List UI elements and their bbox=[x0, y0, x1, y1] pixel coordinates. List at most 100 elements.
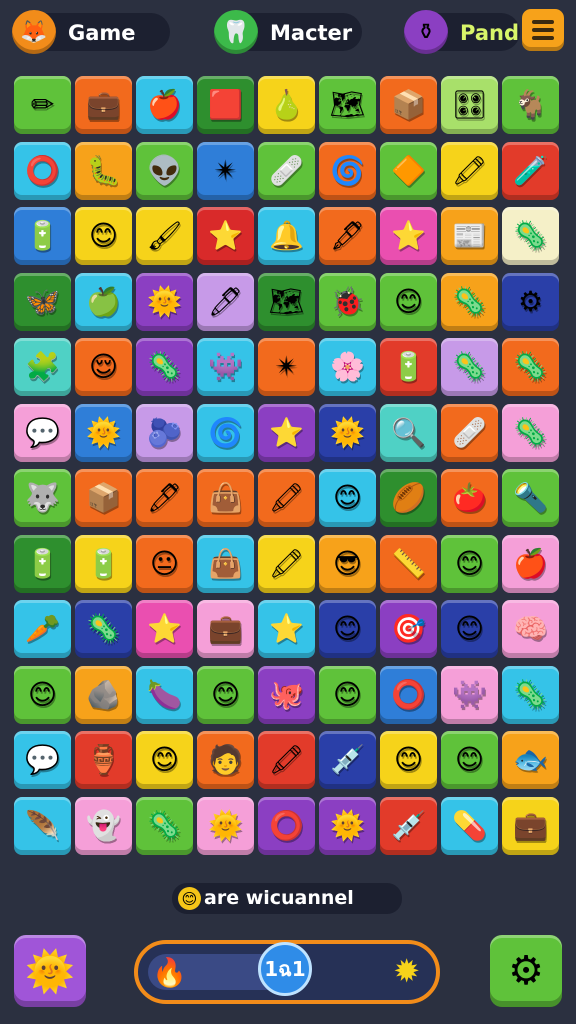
board-tile[interactable]: ⭐ bbox=[380, 207, 437, 265]
board-tile[interactable]: 😊 bbox=[14, 665, 71, 724]
board-tile[interactable]: ⭕ bbox=[14, 141, 71, 200]
board-tile[interactable]: 🏺 bbox=[75, 731, 132, 789]
board-tile[interactable]: 😊 bbox=[441, 600, 498, 658]
board-tile[interactable]: 🟥 bbox=[197, 76, 254, 134]
board-tile[interactable]: 💊 bbox=[441, 796, 498, 855]
board-tile[interactable]: 🖍 bbox=[258, 534, 315, 593]
board-tile[interactable]: 🎛 bbox=[441, 76, 498, 134]
board-tile[interactable]: 🐺 bbox=[14, 469, 71, 527]
board-tile[interactable]: ⚙ bbox=[502, 272, 559, 331]
board-tile[interactable]: 🍎 bbox=[502, 534, 559, 593]
board-tile[interactable]: 🫐 bbox=[136, 403, 193, 462]
board-tile[interactable]: 😊 bbox=[441, 731, 498, 789]
board-tile[interactable]: 👽 bbox=[136, 141, 193, 200]
board-tile[interactable]: 🖊 bbox=[197, 272, 254, 331]
board-tile[interactable]: 🪨 bbox=[75, 665, 132, 724]
board-tile[interactable]: 🌸 bbox=[319, 338, 376, 396]
board-tile[interactable]: 🌞 bbox=[136, 272, 193, 331]
board-tile[interactable]: 👜 bbox=[197, 534, 254, 593]
board-tile[interactable]: 🦠 bbox=[502, 403, 559, 462]
board-tile[interactable]: 🪶 bbox=[14, 796, 71, 855]
board-tile[interactable]: 🍐 bbox=[258, 76, 315, 134]
game-chip[interactable]: 🦊 Game bbox=[12, 10, 170, 54]
board-tile[interactable]: 🦠 bbox=[75, 600, 132, 658]
board-tile[interactable]: ⭕ bbox=[258, 796, 315, 855]
board-tile[interactable]: 🥕 bbox=[14, 600, 71, 658]
board-tile[interactable]: 🦠 bbox=[502, 665, 559, 724]
board-tile[interactable]: ✴ bbox=[197, 141, 254, 200]
board-tile[interactable]: 🦠 bbox=[441, 272, 498, 331]
board-tile[interactable]: ⭐ bbox=[258, 403, 315, 462]
board-tile[interactable]: 😊 bbox=[380, 272, 437, 331]
board-tile[interactable]: 🎯 bbox=[380, 600, 437, 658]
board-tile[interactable]: 👾 bbox=[441, 665, 498, 724]
board-tile[interactable]: ⭕ bbox=[380, 665, 437, 724]
board-tile[interactable]: 🖊 bbox=[136, 469, 193, 527]
board-tile[interactable]: 🌞 bbox=[197, 796, 254, 855]
board-tile[interactable]: 🔋 bbox=[14, 207, 71, 265]
board-tile[interactable]: 🦠 bbox=[136, 796, 193, 855]
macter-chip[interactable]: 🦷 Macter bbox=[214, 10, 362, 54]
board-tile[interactable]: 🍅 bbox=[441, 469, 498, 527]
board-tile[interactable]: 🔋 bbox=[14, 534, 71, 593]
board-tile[interactable]: 👾 bbox=[197, 338, 254, 396]
board-tile[interactable]: 🌞 bbox=[319, 796, 376, 855]
board-tile[interactable]: 🔍 bbox=[380, 403, 437, 462]
board-tile[interactable]: 💬 bbox=[14, 403, 71, 462]
board-tile[interactable]: 📰 bbox=[441, 207, 498, 265]
board-tile[interactable]: 💼 bbox=[75, 76, 132, 134]
board-tile[interactable]: 🌞 bbox=[75, 403, 132, 462]
board-tile[interactable]: 🧪 bbox=[502, 141, 559, 200]
board-tile[interactable]: 😎 bbox=[319, 534, 376, 593]
board-tile[interactable]: 🐛 bbox=[75, 141, 132, 200]
board-tile[interactable]: 🌀 bbox=[197, 403, 254, 462]
board-tile[interactable]: 🍎 bbox=[136, 76, 193, 134]
board-tile[interactable]: 🦠 bbox=[502, 338, 559, 396]
board-tile[interactable]: 🌀 bbox=[319, 141, 376, 200]
board-tile[interactable]: 🧠 bbox=[502, 600, 559, 658]
board-tile[interactable]: 🐐 bbox=[502, 76, 559, 134]
board-tile[interactable]: 😊 bbox=[136, 731, 193, 789]
board-tile[interactable]: 🐟 bbox=[502, 731, 559, 789]
board-tile[interactable]: 💬 bbox=[14, 731, 71, 789]
board-tile[interactable]: 🔔 bbox=[258, 207, 315, 265]
board-tile[interactable]: 🩹 bbox=[258, 141, 315, 200]
board-tile[interactable]: 😊 bbox=[380, 731, 437, 789]
board-tile[interactable]: 🍆 bbox=[136, 665, 193, 724]
board-tile[interactable]: 📏 bbox=[380, 534, 437, 593]
sun-powerup-button[interactable]: 🌞 bbox=[14, 935, 86, 1007]
board-tile[interactable]: 🖌 bbox=[136, 207, 193, 265]
board-tile[interactable]: 😊 bbox=[319, 469, 376, 527]
board-tile[interactable]: 😊 bbox=[319, 600, 376, 658]
board-tile[interactable]: 😌 bbox=[75, 338, 132, 396]
board-tile[interactable]: 💼 bbox=[197, 600, 254, 658]
settings-button[interactable]: ⚙ bbox=[490, 935, 562, 1007]
board-tile[interactable]: 🏉 bbox=[380, 469, 437, 527]
board-tile[interactable]: ⭐ bbox=[197, 207, 254, 265]
board-tile[interactable]: 🐞 bbox=[319, 272, 376, 331]
board-tile[interactable]: 🦠 bbox=[441, 338, 498, 396]
board-tile[interactable]: 🍏 bbox=[75, 272, 132, 331]
hamburger-menu-icon[interactable] bbox=[522, 9, 564, 51]
board-tile[interactable]: 🧑 bbox=[197, 731, 254, 789]
board-tile[interactable]: 🖍 bbox=[441, 141, 498, 200]
board-tile[interactable]: 🌞 bbox=[319, 403, 376, 462]
board-tile[interactable]: 🖍 bbox=[258, 731, 315, 789]
board-tile[interactable]: 🗺 bbox=[258, 272, 315, 331]
board-tile[interactable]: 🦠 bbox=[136, 338, 193, 396]
board-tile[interactable]: 🗺 bbox=[319, 76, 376, 134]
board-tile[interactable]: 😊 bbox=[441, 534, 498, 593]
board-tile[interactable]: ✴ bbox=[258, 338, 315, 396]
board-tile[interactable]: 🔋 bbox=[75, 534, 132, 593]
board-tile[interactable]: 🧩 bbox=[14, 338, 71, 396]
board-tile[interactable]: 💉 bbox=[380, 796, 437, 855]
board-tile[interactable]: ⭐ bbox=[136, 600, 193, 658]
board-tile[interactable]: 😊 bbox=[75, 207, 132, 265]
pand-chip[interactable]: ⚱ Pand bbox=[404, 10, 520, 54]
board-tile[interactable]: 📦 bbox=[75, 469, 132, 527]
board-tile[interactable]: ⭐ bbox=[258, 600, 315, 658]
board-tile[interactable]: ✏ bbox=[14, 76, 71, 134]
board-tile[interactable]: 🦠 bbox=[502, 207, 559, 265]
board-tile[interactable]: 🖋 bbox=[319, 207, 376, 265]
board-tile[interactable]: 🔋 bbox=[380, 338, 437, 396]
